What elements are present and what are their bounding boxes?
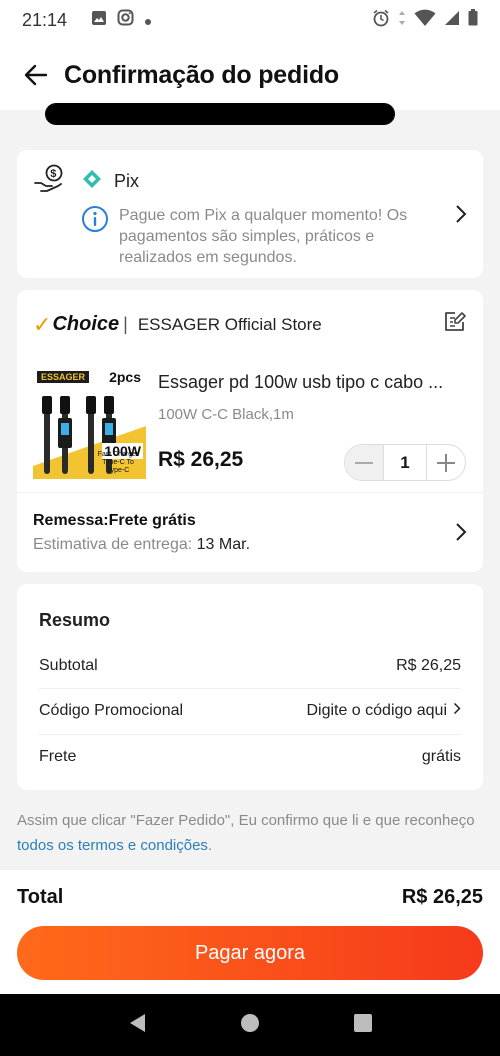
payment-method-row: $ Pix: [34, 164, 139, 199]
signal-icon: [444, 10, 460, 31]
summary-title: Resumo: [39, 610, 111, 630]
summary-row-shipping: Frete grátis: [39, 734, 461, 778]
status-bar: 21:14: [0, 0, 500, 40]
product-image-brand: ESSAGER: [37, 371, 90, 383]
choice-label: Choice: [52, 313, 120, 335]
alarm-icon: [372, 9, 390, 32]
increase-quantity-button[interactable]: [427, 445, 465, 480]
choice-badge: ✓ Choice: [33, 312, 119, 338]
terms-text: Assim que clicar "Fazer Pedido", Eu conf…: [17, 812, 475, 829]
edit-note-icon[interactable]: [443, 310, 467, 339]
chevron-right-icon: [453, 702, 461, 720]
product-image-pcs: 2pcs: [109, 369, 141, 385]
status-right: [372, 9, 478, 32]
product-image-desc: Fast Charger Type-C To Type-C: [97, 451, 139, 474]
checkout-footer: Total R$ 26,25 Pagar agora: [0, 870, 500, 994]
back-arrow-icon[interactable]: [22, 61, 50, 89]
instagram-icon: [117, 9, 134, 31]
terms-link[interactable]: todos os termos e condições: [17, 837, 208, 854]
divider: [17, 492, 483, 493]
gallery-icon: [91, 10, 107, 31]
terms-end: .: [207, 837, 213, 854]
order-summary-card: Resumo Subtotal R$ 26,25 Código Promocio…: [17, 584, 483, 790]
status-time: 21:14: [22, 9, 68, 30]
total-value: R$ 26,25: [401, 886, 483, 908]
promo-code-entry[interactable]: Digite o código aqui: [306, 702, 461, 720]
shipping-chevron-right-icon[interactable]: [455, 522, 467, 547]
delivery-estimate-label: Estimativa de entrega:: [33, 536, 193, 553]
summary-row-label: Frete: [39, 747, 77, 765]
status-left: 21:14: [22, 9, 152, 31]
payment-method-card[interactable]: $ Pix Pague com Pix a qualquer momento! …: [17, 150, 483, 278]
system-nav-bar: [0, 994, 500, 1056]
product-image[interactable]: ESSAGER 2pcs 100W Fast Charger Type-C To…: [33, 366, 146, 479]
summary-row-value: grátis: [421, 747, 461, 765]
summary-row-label: Subtotal: [39, 657, 98, 674]
delivery-estimate: Estimativa de entrega: 13 Mar.: [33, 536, 250, 554]
data-arrows-icon: [398, 10, 406, 31]
svg-text:$: $: [50, 168, 56, 180]
notification-dot-icon: [144, 10, 152, 31]
summary-row-value: R$ 26,25: [396, 657, 461, 674]
payment-method-name: Pix: [114, 171, 140, 191]
store-name[interactable]: ESSAGER Official Store: [138, 315, 322, 335]
page-title: Confirmação do pedido: [64, 60, 339, 89]
decrease-quantity-button[interactable]: [345, 445, 383, 480]
total-label: Total: [17, 886, 64, 908]
payment-info-text: Pague com Pix a qualquer momento! Os pag…: [119, 207, 408, 266]
shipping-title: Remessa:Frete grátis: [33, 512, 196, 529]
store-row: ✓ Choice | ESSAGER Official Store: [33, 310, 467, 339]
app-header: Confirmação do pedido: [0, 40, 500, 110]
product-price: R$ 26,25: [158, 448, 244, 471]
product-variant: 100W C-C Black,1m: [158, 406, 294, 423]
chevron-right-icon[interactable]: [455, 204, 467, 229]
hand-money-icon: $: [34, 164, 66, 199]
pix-logo-icon: [82, 169, 102, 194]
order-item-card: ✓ Choice | ESSAGER Official Store ESSAGE…: [17, 290, 483, 572]
info-icon: [81, 205, 109, 268]
battery-icon: [468, 9, 478, 31]
summary-row-subtotal: Subtotal R$ 26,25: [39, 644, 461, 688]
redacted-address-scribble: [45, 103, 395, 125]
nav-back-icon[interactable]: [127, 1012, 147, 1039]
nav-home-icon[interactable]: [240, 1013, 260, 1038]
summary-row-promo-code[interactable]: Código Promocional Digite o código aqui: [39, 688, 461, 732]
pay-now-button[interactable]: Pagar agora: [17, 926, 483, 980]
summary-row-label: Código Promocional: [39, 701, 184, 719]
choice-check-icon: ✓: [33, 311, 52, 337]
delivery-estimate-date: 13 Mar.: [196, 536, 251, 553]
payment-info: Pague com Pix a qualquer momento! Os pag…: [81, 205, 429, 268]
quantity-value[interactable]: 1: [383, 445, 427, 480]
nav-recents-icon[interactable]: [353, 1013, 373, 1038]
separator: |: [123, 314, 128, 334]
quantity-stepper: 1: [344, 444, 466, 481]
wifi-icon: [414, 9, 436, 32]
terms-notice: Assim que clicar "Fazer Pedido", Eu conf…: [17, 808, 483, 858]
product-title[interactable]: Essager pd 100w usb tipo c cabo ...: [158, 372, 468, 393]
summary-row-value[interactable]: Digite o código aqui: [306, 702, 447, 720]
